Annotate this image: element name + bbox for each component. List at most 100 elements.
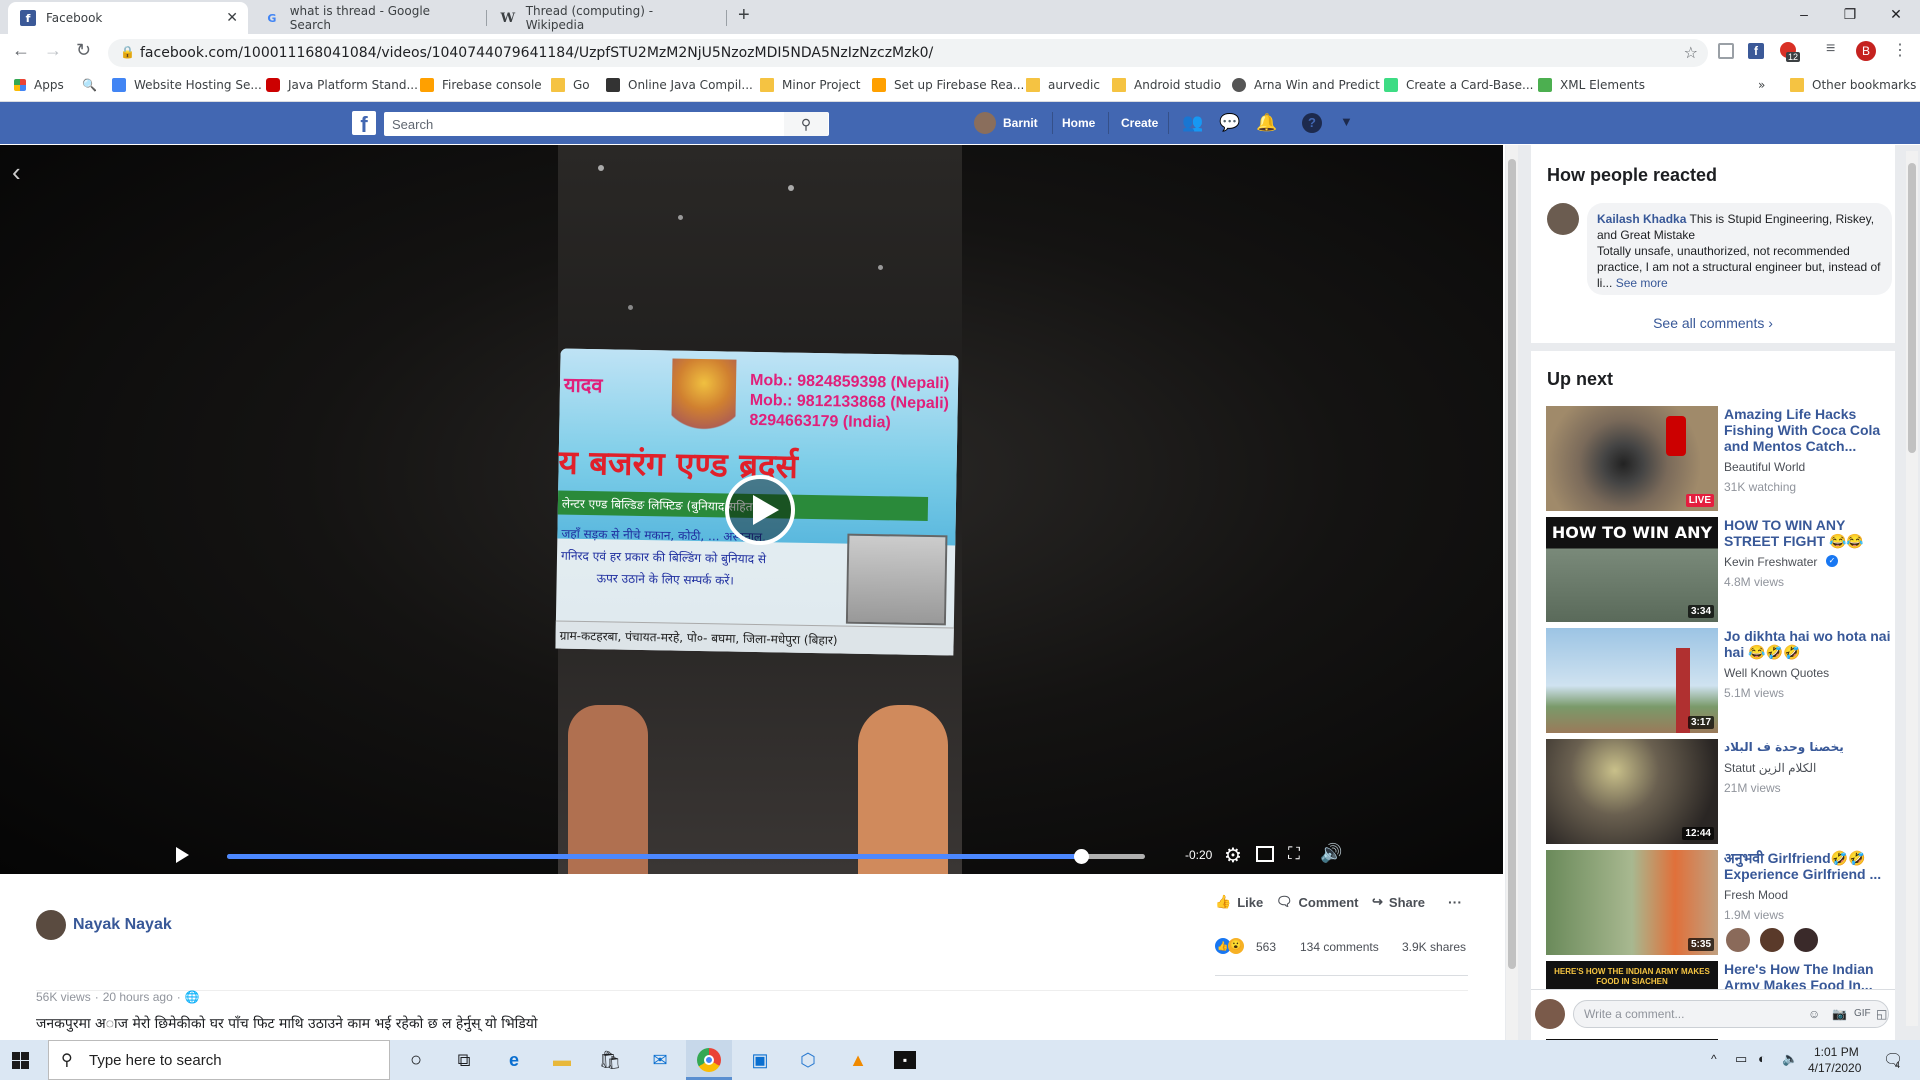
star-icon[interactable]: ☆ <box>1684 43 1698 62</box>
bookmark-firebase-console[interactable]: Firebase console <box>420 78 542 92</box>
task-view-icon[interactable]: ⧉ <box>452 1048 476 1072</box>
comments-count[interactable]: 134 comments <box>1300 940 1379 954</box>
fullscreen-icon[interactable]: ⛶ <box>1288 844 1300 864</box>
network-icon[interactable]: ◐ <box>1758 1051 1766 1066</box>
channel-name[interactable]: Fresh Mood <box>1724 888 1788 902</box>
close-window-icon[interactable]: ✕ <box>1886 6 1906 23</box>
scrollbar[interactable] <box>1506 145 1518 1040</box>
post-time[interactable]: 20 hours ago <box>103 990 173 1004</box>
tab-facebook[interactable]: f Facebook ✕ <box>8 2 248 34</box>
vlc-icon[interactable]: ▲ <box>846 1048 870 1072</box>
mail-icon[interactable]: ✉ <box>648 1048 672 1072</box>
bookmark-android-studio[interactable]: Android studio <box>1112 78 1221 92</box>
close-tab-icon[interactable]: ✕ <box>226 10 238 26</box>
bookmark-other[interactable]: Other bookmarks <box>1790 78 1916 92</box>
video-title[interactable]: HOW TO WIN ANY STREET FIGHT 😂😂 <box>1724 517 1895 549</box>
speaker-icon[interactable]: 🔈 <box>1782 1051 1798 1067</box>
more-options-icon[interactable]: ··· <box>1448 894 1462 910</box>
play-overlay-button[interactable] <box>725 475 795 545</box>
video-thumbnail[interactable]: 3:17 <box>1546 628 1718 733</box>
gif-icon[interactable]: GIF <box>1854 1001 1871 1027</box>
help-icon[interactable]: ? <box>1302 113 1322 133</box>
battery-icon[interactable]: ▭ <box>1735 1051 1747 1067</box>
terminal-icon[interactable]: ▪ <box>894 1051 916 1069</box>
forward-icon[interactable]: → <box>44 40 62 61</box>
see-all-comments-link[interactable]: See all comments › <box>1531 315 1895 331</box>
share-button[interactable]: ↪ Share <box>1372 894 1425 910</box>
avatar[interactable] <box>1547 203 1579 235</box>
bookmark-online-java[interactable]: Online Java Compil... <box>606 78 753 92</box>
facebook-search-input[interactable]: Search <box>384 112 829 136</box>
bookmark-create-card[interactable]: Create a Card-Base... <box>1384 78 1534 92</box>
bookmark-go[interactable]: Go <box>551 78 590 92</box>
video-title[interactable]: अनुभवी Girlfriend🤣🤣 Experience Girlfrien… <box>1724 850 1895 882</box>
back-arrow-icon[interactable]: ‹ <box>12 157 21 188</box>
list-item[interactable]: 3:17 Jo dikhta hai wo hota nai hai 😂🤣🤣 W… <box>1546 628 1895 733</box>
bookmark-website-hosting[interactable]: Website Hosting Se... <box>112 78 262 92</box>
video-thumbnail[interactable]: 5:35 <box>1546 850 1718 955</box>
reload-icon[interactable]: ↻ <box>76 40 91 61</box>
avatar[interactable] <box>974 112 996 134</box>
facebook-logo[interactable]: f <box>352 111 376 137</box>
list-item[interactable]: LIVE Amazing Life Hacks Fishing With Coc… <box>1546 406 1895 511</box>
settings-gear-icon[interactable]: ⚙ <box>1224 843 1242 868</box>
progress-handle[interactable] <box>1073 849 1089 864</box>
new-tab-button[interactable]: + <box>738 4 750 27</box>
menu-icon[interactable]: ⋮ <box>1892 40 1908 60</box>
progress-bar[interactable] <box>227 849 1145 864</box>
video-title[interactable]: Jo dikhta hai wo hota nai hai 😂🤣🤣 <box>1724 628 1895 660</box>
video-title[interactable]: يخصنا وحدة ف البلاد <box>1724 739 1895 755</box>
search-button[interactable]: ⚲ <box>784 112 828 136</box>
like-button[interactable]: 👍 Like <box>1215 894 1263 910</box>
bookmark-xml-elements[interactable]: XML Elements <box>1538 78 1645 92</box>
video-thumbnail[interactable]: LIVE <box>1546 406 1718 511</box>
video-thumbnail[interactable]: 12:44 <box>1546 739 1718 844</box>
list-item[interactable]: 5:35 अनुभवी Girlfriend🤣🤣 Experience Girl… <box>1546 850 1895 955</box>
channel-name[interactable]: Well Known Quotes <box>1724 666 1829 680</box>
sticker-icon[interactable]: ◱ <box>1876 1001 1887 1027</box>
extension-icon[interactable] <box>1718 43 1734 59</box>
bookmark-apps[interactable]: Apps <box>14 78 64 92</box>
bookmark-aurvedic[interactable]: aurvedic <box>1026 78 1100 92</box>
address-bar[interactable]: 🔒 facebook.com/100011168041084/videos/10… <box>108 39 1708 67</box>
facebook-extension-icon[interactable]: f <box>1748 43 1764 59</box>
reaction-count[interactable]: 563 <box>1256 940 1276 954</box>
restore-icon[interactable]: ❐ <box>1840 6 1860 23</box>
commenter-name[interactable]: Kailash Khadka <box>1597 212 1686 226</box>
media-control-icon[interactable]: ≡ <box>1826 40 1835 58</box>
action-center-icon[interactable]: 🗨 <box>1883 1050 1903 1070</box>
shares-count[interactable]: 3.9K shares <box>1402 940 1466 954</box>
nav-create[interactable]: Create <box>1121 116 1158 130</box>
notifications-icon[interactable]: 🔔 <box>1256 113 1277 133</box>
tab-google-search[interactable]: G what is thread - Google Search <box>252 2 484 34</box>
tab-wikipedia[interactable]: W Thread (computing) - Wikipedia <box>488 2 724 34</box>
cortana-icon[interactable]: ○ <box>404 1048 428 1072</box>
camera-icon[interactable]: 📷 <box>1832 1001 1847 1027</box>
bookmark-search[interactable]: 🔍 <box>82 78 97 92</box>
volume-icon[interactable]: 🔊 <box>1320 843 1342 864</box>
profile-avatar[interactable]: B <box>1856 41 1876 61</box>
avatar[interactable] <box>36 910 66 940</box>
store-icon[interactable]: 🛍 <box>598 1048 622 1072</box>
channel-name[interactable]: Beautiful World <box>1724 460 1805 474</box>
messenger-icon[interactable]: 💬 <box>1219 113 1240 133</box>
comment-input[interactable]: Write a comment... ☺ 📷 GIF ◱ <box>1573 1000 1889 1028</box>
clock-time[interactable]: 1:01 PM <box>1814 1045 1859 1059</box>
minimize-icon[interactable]: – <box>1794 6 1814 22</box>
scrollbar[interactable] <box>1906 151 1918 1026</box>
scrollbar-thumb[interactable] <box>1508 159 1516 969</box>
account-dropdown-icon[interactable]: ▼ <box>1340 114 1353 129</box>
video-player[interactable]: यादव Mob.: 9824859398 (Nepali) Mob.: 981… <box>0 145 1503 874</box>
pip-icon[interactable] <box>1256 846 1274 862</box>
bookmark-java-platform[interactable]: Java Platform Stand... <box>266 78 418 92</box>
scrollbar-thumb[interactable] <box>1908 163 1916 453</box>
comment-button[interactable]: 🗨 Comment <box>1276 894 1358 910</box>
bookmark-arna-win[interactable]: Arna Win and Predict <box>1232 78 1380 92</box>
more-bookmarks-button[interactable]: » <box>1758 78 1765 92</box>
video-thumbnail[interactable]: HOW TO WIN ANY 3:34 <box>1546 517 1718 622</box>
chrome-taskbar-button[interactable] <box>686 1040 732 1080</box>
file-explorer-icon[interactable]: ▬ <box>550 1048 574 1072</box>
channel-name[interactable]: Kevin Freshwater <box>1724 555 1817 569</box>
nav-home[interactable]: Home <box>1062 116 1095 130</box>
channel-name[interactable]: Statut الكلام الزين <box>1724 761 1816 775</box>
